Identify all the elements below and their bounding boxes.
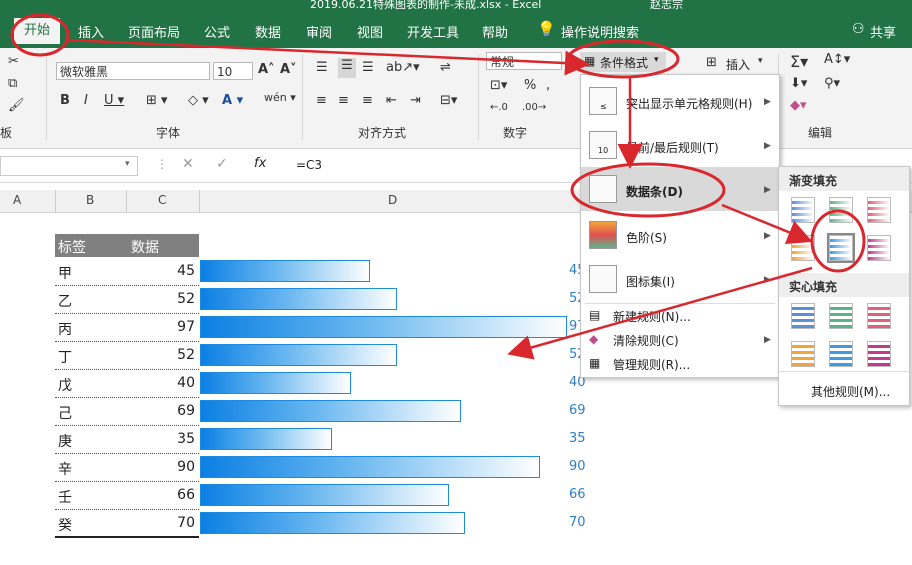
highlight-circle-home-tab [10,13,70,57]
highlight-circle-cond-format [566,39,680,79]
highlight-circle-data-bars [570,162,726,218]
arrow-to-result [507,266,813,360]
arrow-to-cond-format [67,38,590,76]
arrow-to-swatch [721,203,813,245]
annotation-overlay [10,13,866,360]
highlight-circle-gradient-swatch [810,209,866,273]
